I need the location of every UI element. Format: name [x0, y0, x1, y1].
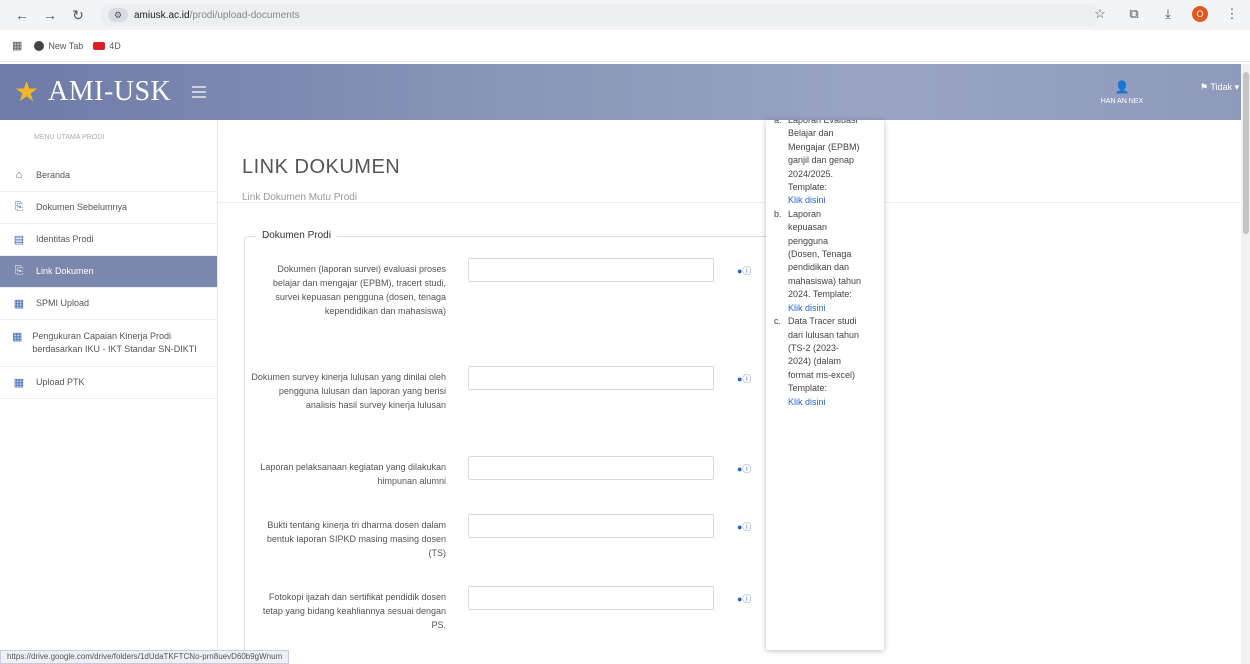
- link-icon: ⎘: [14, 265, 24, 277]
- youtube-icon: [93, 41, 106, 50]
- kebab-menu-icon[interactable]: ⋮: [1222, 4, 1242, 24]
- bookmark-label: 4D: [109, 40, 121, 51]
- sidebar-item-label: Pengukuran Capaian Kinerja Prodi berdasa…: [32, 331, 197, 354]
- user-menu[interactable]: 👤 HAN AN NEX: [1086, 70, 1158, 114]
- template-link[interactable]: Klik disini: [788, 195, 826, 205]
- user-name: HAN AN NEX: [1100, 97, 1144, 105]
- id-card-icon: ▤: [13, 234, 25, 246]
- tooltip-item-number: b.: [774, 208, 782, 219]
- fieldset-legend: Dokumen Prodi: [256, 230, 337, 241]
- app-header: ★ AMI-USK 👤 HAN AN NEX ⚑ Tidak ▾: [0, 64, 1250, 120]
- extensions-icon[interactable]: ⧉: [1124, 4, 1144, 24]
- url-host: amiusk.ac.id: [134, 9, 190, 21]
- address-url[interactable]: amiusk.ac.id/prodi/upload-documents: [134, 10, 300, 21]
- info-icon[interactable]: ●ⓘ: [737, 462, 751, 475]
- template-link[interactable]: Klik disini: [788, 303, 826, 313]
- app-logo[interactable]: ★ AMI-USK: [14, 76, 171, 108]
- document-link-input[interactable]: [468, 258, 714, 282]
- sidebar-heading: MENU UTAMA PRODI: [34, 134, 105, 141]
- field-label: Fotokopi ijazah dan sertifikat pendidik …: [262, 592, 446, 630]
- tooltip-item-text: Data Tracer studi dari lulusan tahun (TS…: [788, 316, 860, 394]
- document-link-input[interactable]: [468, 456, 714, 480]
- profile-avatar[interactable]: O: [1192, 6, 1208, 22]
- bookmark-new-tab[interactable]: New Tab: [34, 40, 84, 51]
- tooltip-item-number: c.: [774, 316, 782, 327]
- sidebar-item-6[interactable]: ▦ Upload PTK: [0, 367, 217, 399]
- info-icon[interactable]: ●ⓘ: [737, 592, 751, 605]
- globe-icon: [34, 40, 45, 51]
- logo-text: AMI-USK: [48, 76, 172, 107]
- forward-icon[interactable]: →: [38, 3, 62, 27]
- bookmark-4d[interactable]: 4D: [93, 41, 121, 51]
- sidebar-item-0[interactable]: ⌂ Beranda: [0, 160, 217, 192]
- back-icon[interactable]: ←: [10, 3, 34, 27]
- tooltip-item-number: a.: [774, 120, 782, 125]
- star-icon[interactable]: ☆: [1090, 4, 1110, 24]
- page-title: LINK DOKUMEN: [242, 156, 401, 178]
- header-divider: [218, 202, 1250, 203]
- sidebar-item-1[interactable]: ⎘ Dokumen Sebelumnya: [0, 192, 217, 224]
- home-icon: ⌂: [15, 169, 23, 181]
- sidebar-item-label: Dokumen Sebelumnya: [36, 202, 128, 212]
- document-link-input[interactable]: [468, 586, 714, 610]
- info-icon[interactable]: ●ⓘ: [737, 372, 751, 385]
- tooltip-item: a. Laporan Evaluasi Belajar dan Mengajar …: [774, 120, 880, 208]
- star-logo-icon: ★: [14, 76, 40, 107]
- calendar-icon: ▦: [12, 331, 23, 343]
- field-label: Bukti tentang kinerja tri dharma dosen d…: [266, 520, 446, 558]
- language-selector[interactable]: ⚑ Tidak ▾: [1200, 82, 1239, 93]
- template-link[interactable]: Klik disini: [788, 397, 826, 407]
- reload-icon[interactable]: ↻: [66, 3, 90, 27]
- browser-toolbar: ← → ↻ ⚙ amiusk.ac.id/prodi/upload-docume…: [0, 0, 1250, 30]
- sidebar-item-label: Link Dokumen: [36, 266, 94, 276]
- tooltip-item-body: Laporan Evaluasi Belajar dan Mengajar (E…: [788, 120, 862, 208]
- document-icon: ⎘: [14, 201, 24, 213]
- address-bar[interactable]: ⚙ amiusk.ac.id/prodi/upload-documents: [100, 4, 1100, 26]
- sidebar-item-label: SPMI Upload: [36, 298, 90, 308]
- tooltip-item-body: Data Tracer studi dari lulusan tahun (TS…: [788, 315, 862, 409]
- document-link-input[interactable]: [468, 514, 714, 538]
- tooltip-item: c. Data Tracer studi dari lulusan tahun (…: [774, 315, 880, 409]
- tooltip-item: b. Laporan kepuasan pengguna (Dosen, Tena…: [774, 208, 880, 315]
- hamburger-menu-icon[interactable]: [192, 86, 206, 98]
- scrollbar-thumb[interactable]: [1243, 72, 1249, 234]
- calendar-icon: ▦: [13, 298, 25, 310]
- language-label: Tidak: [1210, 82, 1233, 92]
- tooltip-item-text: Laporan Evaluasi Belajar dan Mengajar (E…: [788, 120, 860, 193]
- status-bar-url: https://drive.google.com/drive/folders/1…: [0, 650, 290, 664]
- sidebar-item-label: Identitas Prodi: [36, 234, 94, 244]
- sidebar: MENU UTAMA PRODI ⌂ Beranda ⎘ Dokumen Sebelu…: [0, 120, 218, 660]
- tooltip-item-body: Laporan kepuasan pengguna (Dosen, Tenaga…: [788, 208, 862, 315]
- sidebar-item-label: Beranda: [36, 170, 71, 180]
- site-info-icon[interactable]: ⚙: [108, 8, 128, 22]
- info-icon[interactable]: ●ⓘ: [737, 264, 751, 277]
- bookmark-label: New Tab: [48, 40, 84, 51]
- calendar-icon: ▦: [13, 377, 25, 389]
- apps-grid-icon[interactable]: ▦: [12, 39, 22, 52]
- help-tooltip: a. Laporan Evaluasi Belajar dan Mengajar …: [766, 120, 884, 650]
- user-icon: 👤: [1114, 79, 1130, 94]
- tooltip-item-text: Laporan kepuasan pengguna (Dosen, Tenaga…: [788, 208, 862, 300]
- field-label: Dokumen (laporan survei) evaluasi proses…: [272, 264, 446, 316]
- sidebar-item-5[interactable]: ▦ Pengukuran Capaian Kinerja Prodi berdas…: [0, 320, 217, 367]
- field-label: Laporan pelaksanaan kegiatan yang dilaku…: [260, 462, 446, 486]
- url-path: /prodi/upload-documents: [189, 9, 300, 21]
- info-icon[interactable]: ●ⓘ: [737, 520, 751, 533]
- field-label: Dokumen survey kinerja lulusan yang dini…: [251, 372, 446, 410]
- sidebar-item-2[interactable]: ▤ Identitas Prodi: [0, 224, 217, 256]
- sidebar-item-4[interactable]: ▦ SPMI Upload: [0, 288, 217, 320]
- document-link-input[interactable]: [468, 366, 714, 390]
- download-icon[interactable]: ⤓: [1158, 4, 1178, 24]
- bookmarks-bar: ▦ New Tab 4D: [0, 30, 1250, 62]
- sidebar-item-3[interactable]: ⎘ Link Dokumen: [0, 256, 217, 288]
- sidebar-item-label: Upload PTK: [36, 377, 85, 387]
